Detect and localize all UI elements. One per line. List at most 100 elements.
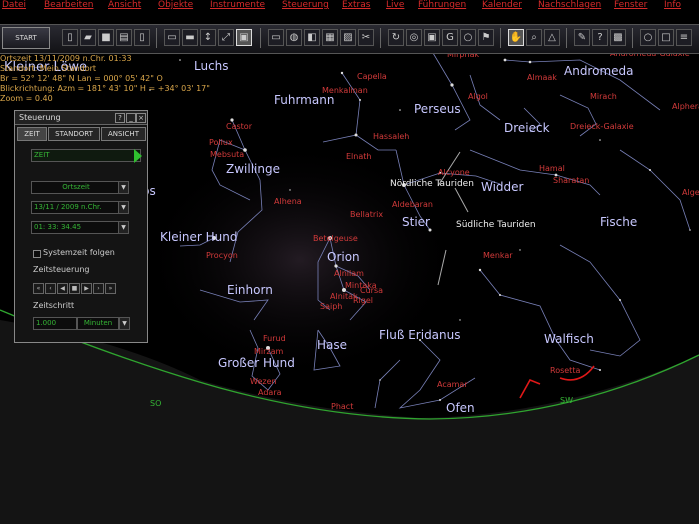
star-label[interactable]: Furud	[263, 334, 286, 343]
constellation-label[interactable]: Ofen	[446, 401, 475, 415]
image-icon[interactable]: ▨	[340, 29, 356, 46]
constellation-label[interactable]: Zwillinge	[226, 162, 280, 176]
flag-icon[interactable]: ⚑	[478, 29, 494, 46]
constellation-label[interactable]: Widder	[481, 180, 524, 194]
star-label[interactable]: Mirach	[590, 92, 617, 101]
star-label[interactable]: Pollux	[209, 138, 233, 147]
print-icon[interactable]: ▤	[116, 29, 132, 46]
constellation-label[interactable]: Großer Hund	[218, 356, 295, 370]
star-label[interactable]: Capella	[357, 72, 387, 81]
star-label[interactable]: Hamal	[539, 164, 565, 173]
photo-icon[interactable]: ▩	[610, 29, 626, 46]
new-file-icon[interactable]: ▯	[62, 29, 78, 46]
forward-fast-icon[interactable]: »	[105, 283, 116, 294]
star-label[interactable]: Dreieck-Galaxie	[570, 122, 634, 131]
constellation-label[interactable]: Perseus	[414, 102, 461, 116]
menu-kalender[interactable]: Kalender	[482, 0, 522, 11]
star-label[interactable]: Mebsuta	[210, 150, 244, 159]
star-label[interactable]: Procyon	[206, 251, 238, 260]
monitor-icon[interactable]: ▭	[164, 29, 180, 46]
star-label[interactable]: Alpheratz	[672, 102, 699, 111]
constellation-label[interactable]: Walfisch	[544, 332, 594, 346]
star-label[interactable]: Betelgeuse	[313, 234, 358, 243]
constellation-label[interactable]: Andromeda	[564, 64, 634, 78]
play-icon[interactable]	[134, 149, 142, 163]
menu-datei[interactable]: Datei	[2, 0, 26, 11]
minimize-icon[interactable]: _	[126, 113, 136, 123]
tab-ansicht[interactable]: ANSICHT	[101, 127, 146, 141]
tools-icon[interactable]: ✂	[358, 29, 374, 46]
star-label[interactable]: Algol	[468, 92, 488, 101]
step-value-field[interactable]: 1.000	[33, 317, 77, 330]
ring-icon[interactable]: ○	[460, 29, 476, 46]
help-icon[interactable]: ?	[115, 113, 125, 123]
menu-nachschlagen[interactable]: Nachschlagen	[538, 0, 601, 11]
panel-titlebar[interactable]: Steuerung ? _ ×	[15, 111, 147, 125]
star-label[interactable]: Menkalinan	[322, 86, 368, 95]
document-icon[interactable]: ▯	[134, 29, 150, 46]
star-label[interactable]: Castor	[226, 122, 252, 131]
menu-objekte[interactable]: Objekte	[158, 0, 193, 11]
rewind-fast-icon[interactable]: «	[33, 283, 44, 294]
menu-live[interactable]: Live	[386, 0, 404, 11]
chevron-down-icon[interactable]: ▼	[119, 317, 130, 330]
globe-icon[interactable]: ◍	[286, 29, 302, 46]
open-folder-icon[interactable]: ▰	[80, 29, 96, 46]
menu-ansicht[interactable]: Ansicht	[108, 0, 141, 11]
star-label[interactable]: Adara	[258, 388, 282, 397]
save-icon[interactable]: ■	[98, 29, 114, 46]
star-label[interactable]: Mirzam	[254, 347, 283, 356]
meteor-shower-label[interactable]: Nördliche Tauriden	[390, 179, 474, 189]
star-label[interactable]: Acamar	[437, 380, 468, 389]
screen-icon[interactable]: ▬	[182, 29, 198, 46]
star-label[interactable]: Menkar	[483, 251, 513, 260]
fullscreen-icon[interactable]: ⤢	[218, 29, 234, 46]
constellation-label[interactable]: Kleiner Hund	[160, 230, 238, 244]
menu-fenster[interactable]: Fenster	[614, 0, 647, 11]
star-label[interactable]: Wezen	[250, 377, 277, 386]
stop-icon[interactable]: ■	[69, 283, 80, 294]
frame-icon[interactable]: ▭	[268, 29, 284, 46]
g-icon[interactable]: G	[442, 29, 458, 46]
menu-steuerung[interactable]: Steuerung	[282, 0, 329, 11]
constellation-label[interactable]: Luchs	[194, 59, 229, 73]
chevron-down-icon[interactable]: ▼	[118, 201, 129, 214]
help-icon[interactable]: ?	[592, 29, 608, 46]
star-label[interactable]: Alnilam	[334, 269, 364, 278]
refresh-icon[interactable]: ↻	[388, 29, 404, 46]
menu-bearbeiten[interactable]: Bearbeiten	[44, 0, 93, 11]
constellation-label[interactable]: Fuhrmann	[274, 93, 334, 107]
hand-icon[interactable]: ✋	[508, 29, 524, 46]
time-field[interactable]: 01: 33: 34.45	[31, 221, 119, 234]
constellation-label[interactable]: Einhorn	[227, 283, 273, 297]
step-unit-select[interactable]: Minuten	[77, 317, 119, 330]
star-label[interactable]: Alcyone	[438, 168, 470, 177]
square-icon[interactable]: □	[658, 29, 674, 46]
lines-icon[interactable]: ≡	[676, 29, 692, 46]
system-time-checkbox[interactable]	[33, 250, 41, 258]
constellation-label[interactable]: Fische	[600, 215, 637, 229]
menu-extras[interactable]: Extras	[342, 0, 370, 11]
tab-zeit[interactable]: ZEIT	[17, 127, 47, 141]
chevron-down-icon[interactable]: ▼	[118, 221, 129, 234]
star-label[interactable]: Phact	[331, 402, 353, 411]
meteor-shower-label[interactable]: Südliche Tauriden	[456, 220, 536, 230]
star-label[interactable]: Rigel	[353, 296, 373, 305]
step-back-icon[interactable]: ◀	[57, 283, 68, 294]
time-mode-select[interactable]: Ortszeit	[31, 181, 119, 194]
star-label[interactable]: Hassaleh	[373, 132, 409, 141]
step-forward-icon[interactable]: ▶	[81, 283, 92, 294]
grid-view-icon[interactable]: ▦	[322, 29, 338, 46]
forward-icon[interactable]: ›	[93, 283, 104, 294]
rewind-icon[interactable]: ‹	[45, 283, 56, 294]
circle-icon[interactable]: ○	[640, 29, 656, 46]
edit-icon[interactable]: ✎	[574, 29, 590, 46]
date-field[interactable]: 13/11 / 2009 n.Chr.	[31, 201, 119, 214]
star-label[interactable]: Almaak	[527, 73, 557, 82]
star-label[interactable]: Alhena	[274, 197, 302, 206]
constellation-label[interactable]: Hase	[317, 338, 347, 352]
constellation-label[interactable]: Dreieck	[504, 121, 550, 135]
start-button[interactable]: START	[2, 27, 50, 49]
box-icon[interactable]: ▣	[424, 29, 440, 46]
tab-standort[interactable]: STANDORT	[48, 127, 100, 141]
